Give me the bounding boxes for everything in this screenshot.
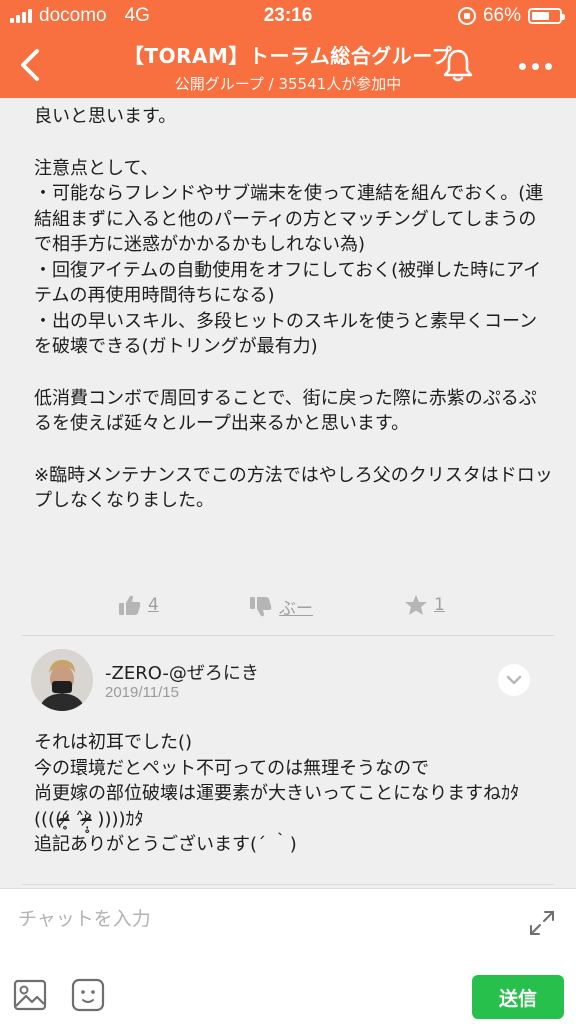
group-title: 【TORAM】トーラム総合グループ bbox=[123, 44, 453, 68]
chat-content[interactable]: 良いと思います。 注意点として、 ・可能ならフレンドやサブ端末を使って連結を組ん… bbox=[0, 98, 576, 888]
thumbs-up-icon bbox=[119, 595, 141, 615]
sticker-icon bbox=[71, 978, 105, 1012]
more-options-button[interactable] bbox=[510, 46, 560, 86]
group-subtitle: 公開グループ / 35541人が参加中 bbox=[174, 75, 402, 93]
dot-icon bbox=[544, 62, 552, 70]
dot-icon bbox=[518, 62, 526, 70]
user-avatar-icon bbox=[31, 649, 93, 711]
post-paragraph: 低消費コンボで周回することで、街に戻った際に赤紫のぷるぷるを使えば延々とループ出… bbox=[34, 387, 537, 435]
boo-button[interactable]: ぶー bbox=[249, 594, 313, 619]
chevron-left-icon bbox=[21, 49, 39, 81]
expand-input-button[interactable] bbox=[526, 907, 558, 939]
status-bar: docomo 4G 23:16 66% bbox=[0, 0, 576, 32]
header-title-block[interactable]: 【TORAM】トーラム総合グループ 公開グループ / 35541人が参加中 bbox=[80, 40, 496, 94]
send-button[interactable]: 送信 bbox=[472, 975, 564, 1019]
chat-input-bar: 送信 bbox=[0, 888, 576, 1024]
star-button[interactable]: 1 bbox=[404, 594, 445, 616]
like-button[interactable]: 4 bbox=[118, 594, 159, 616]
expand-icon bbox=[530, 911, 554, 935]
post-paragraph: 注意点として、 ・可能ならフレンドやサブ端末を使って連結を組んでおく。(連結組ま… bbox=[34, 157, 544, 358]
post-reactions: 4 ぶー 1 bbox=[0, 590, 576, 624]
notification-button[interactable] bbox=[436, 44, 480, 88]
chat-input[interactable] bbox=[18, 901, 498, 937]
like-count: 4 bbox=[148, 595, 159, 615]
chevron-down-icon bbox=[506, 675, 522, 685]
star-icon bbox=[405, 595, 427, 615]
image-button[interactable] bbox=[12, 977, 48, 1013]
star-count: 1 bbox=[434, 595, 445, 615]
post-paragraph: ※臨時メンテナンスでこの方法ではやしろ父のクリスタはドロップしなくなりました。 bbox=[34, 464, 553, 512]
comment-date: 2019/11/15 bbox=[105, 684, 179, 701]
divider bbox=[22, 884, 554, 885]
battery-icon bbox=[528, 8, 565, 24]
comment-body: それは初耳でした() 今の環境だとペット不可ってのは無理そうなので 尚更嫁の部位… bbox=[34, 732, 520, 855]
image-icon bbox=[13, 979, 47, 1011]
comment-author[interactable]: -ZERO-@ぜろにき bbox=[105, 659, 259, 685]
app-header: 【TORAM】トーラム総合グループ 公開グループ / 35541人が参加中 bbox=[0, 32, 576, 98]
status-right: 66% bbox=[457, 5, 565, 27]
back-button[interactable] bbox=[8, 40, 52, 90]
avatar[interactable] bbox=[31, 649, 93, 711]
comment-menu-button[interactable] bbox=[498, 664, 530, 696]
post-body: 良いと思います。 注意点として、 ・可能ならフレンドやサブ端末を使って連結を組ん… bbox=[34, 104, 554, 514]
sticker-button[interactable] bbox=[70, 977, 106, 1013]
boo-label: ぶー bbox=[279, 599, 313, 619]
dot-icon bbox=[531, 62, 539, 70]
thumbs-down-icon bbox=[250, 596, 272, 616]
battery-percent: 66% bbox=[482, 5, 521, 26]
bell-icon bbox=[443, 49, 473, 82]
post-paragraph: 良いと思います。 bbox=[34, 106, 177, 127]
rotation-lock-icon bbox=[457, 7, 476, 25]
divider bbox=[22, 635, 554, 636]
